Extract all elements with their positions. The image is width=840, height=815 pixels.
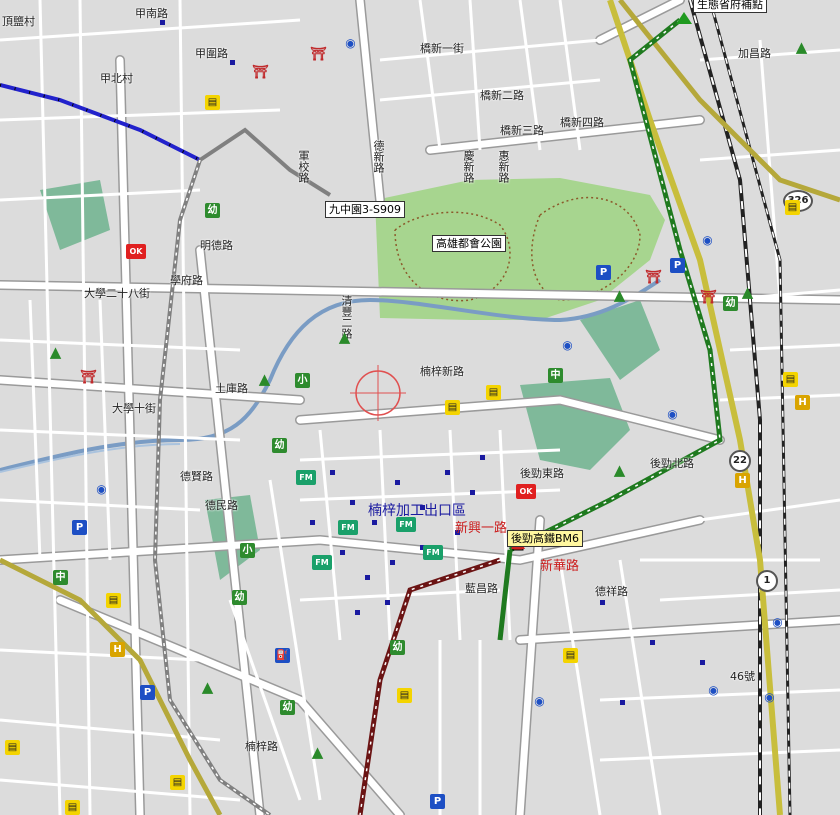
- road-label: 大學十街: [112, 402, 156, 415]
- road-label: 46號: [730, 670, 755, 683]
- route-shield: 1: [756, 570, 778, 592]
- kindergarten-icon[interactable]: 幼: [232, 590, 247, 605]
- convenience-store-icon[interactable]: OK: [126, 244, 146, 259]
- tree-icon: ▲: [311, 743, 324, 761]
- radio-fm-icon[interactable]: FM: [338, 520, 358, 535]
- tree-icon: ▲: [795, 38, 808, 56]
- road-label: 惠新路: [497, 150, 510, 183]
- camera-icon: ◉: [96, 482, 107, 496]
- road-label: 橋新四路: [560, 116, 604, 129]
- temple-icon: ⛩: [645, 270, 662, 285]
- kindergarten-icon[interactable]: 幼: [723, 296, 738, 311]
- road-label: 頂鹽村: [2, 15, 35, 28]
- bus-stop-icon: ▤: [486, 385, 501, 400]
- road-label: 甲南路: [135, 7, 168, 20]
- bus-station-callout[interactable]: 後勁高鐵BM6: [507, 530, 584, 547]
- camera-icon: ◉: [764, 690, 775, 704]
- temple-icon: ⛩: [252, 65, 269, 80]
- road-label: 藍昌路: [465, 582, 498, 595]
- tree-icon: ▲: [613, 461, 626, 479]
- school-icon[interactable]: 小: [295, 373, 310, 388]
- road-label: 甲北村: [100, 72, 133, 85]
- camera-icon: ◉: [562, 338, 573, 352]
- bus-stop-icon: ▤: [205, 95, 220, 110]
- bus-stop-icon: ▤: [5, 740, 20, 755]
- road-label: 慶新路: [462, 150, 475, 183]
- top-right-callout[interactable]: 生態省府補點: [693, 0, 767, 13]
- kindergarten-icon[interactable]: 幼: [280, 700, 295, 715]
- hospital-icon[interactable]: H: [110, 642, 125, 657]
- hospital-icon[interactable]: H: [795, 395, 810, 410]
- kindergarten-icon[interactable]: 幼: [390, 640, 405, 655]
- bus-stop-icon: ▤: [785, 200, 800, 215]
- map-canvas[interactable]: 頂鹽村 甲北村 甲南路 甲圍路 軍校路 明德路 學府路 大學二十八街 大學十街 …: [0, 0, 840, 815]
- export-zone-label: 楠梓加工出口區: [368, 503, 466, 519]
- tree-icon: ▲: [49, 343, 62, 361]
- road-label: 德祥路: [595, 585, 628, 598]
- tree-icon: ▲: [613, 286, 626, 304]
- road-label: 明德路: [200, 239, 233, 252]
- school-icon[interactable]: 中: [53, 570, 68, 585]
- school-icon[interactable]: 中: [548, 368, 563, 383]
- parking-icon[interactable]: P: [430, 794, 445, 809]
- radio-fm-icon[interactable]: FM: [396, 517, 416, 532]
- convenience-store-icon[interactable]: OK: [516, 484, 536, 499]
- parking-icon[interactable]: P: [596, 265, 611, 280]
- camera-icon: ◉: [667, 407, 678, 421]
- road-label: 後勁北路: [650, 457, 694, 470]
- tree-icon: ▲: [741, 283, 754, 301]
- camera-icon: ◉: [708, 683, 719, 697]
- parking-icon[interactable]: P: [140, 685, 155, 700]
- bus-stop-icon: ▤: [106, 593, 121, 608]
- temple-icon: ⛩: [80, 370, 97, 385]
- school-icon[interactable]: 小: [240, 543, 255, 558]
- road-label: 橋新二路: [480, 89, 524, 102]
- parking-icon[interactable]: P: [670, 258, 685, 273]
- road-label: 加昌路: [738, 47, 771, 60]
- road-label: 甲圍路: [195, 47, 228, 60]
- station-callout[interactable]: 九中園3-S909: [325, 201, 405, 218]
- tree-icon: ▲: [338, 328, 351, 346]
- bus-stop-icon: ▤: [783, 372, 798, 387]
- parking-icon[interactable]: P: [72, 520, 87, 535]
- bus-stop-icon: ▤: [65, 800, 80, 815]
- park-callout[interactable]: 高雄都會公園: [432, 235, 506, 252]
- bus-stop-icon: ▤: [170, 775, 185, 790]
- hospital-icon[interactable]: H: [735, 473, 750, 488]
- temple-icon: ⛩: [700, 290, 717, 305]
- bus-stop-icon: ▤: [563, 648, 578, 663]
- road-label: 橋新三路: [500, 124, 544, 137]
- camera-icon: ◉: [772, 615, 783, 629]
- road-label: 楠梓新路: [420, 365, 464, 378]
- road-label: 德賢路: [180, 470, 213, 483]
- road-label: 大學二十八街: [84, 287, 150, 300]
- bus-stop-icon: ▤: [397, 688, 412, 703]
- radio-fm-icon[interactable]: FM: [296, 470, 316, 485]
- temple-icon: ⛩: [310, 47, 327, 62]
- camera-icon: ◉: [534, 694, 545, 708]
- camera-icon: ◉: [345, 36, 356, 50]
- road-label: 橋新一街: [420, 42, 464, 55]
- kindergarten-icon[interactable]: 幼: [205, 203, 220, 218]
- zone-road-label: 新興一路: [455, 521, 508, 536]
- road-label: 軍校路: [297, 150, 310, 183]
- road-label: 德新路: [372, 140, 385, 173]
- zone-road-label: 新華路: [540, 559, 580, 574]
- bus-stop-icon: ▤: [445, 400, 460, 415]
- road-label: 土庫路: [215, 382, 248, 395]
- tree-icon: ▲: [201, 678, 214, 696]
- road-label: 後勁東路: [520, 467, 564, 480]
- radio-fm-icon[interactable]: FM: [423, 545, 443, 560]
- camera-icon: ◉: [702, 233, 713, 247]
- kindergarten-icon[interactable]: 幼: [272, 438, 287, 453]
- road-label: 德民路: [205, 499, 238, 512]
- tree-icon: ▲: [258, 370, 271, 388]
- route-shield: 22: [729, 450, 751, 472]
- gas-station-icon: ⛽: [275, 648, 290, 663]
- road-label: 楠梓路: [245, 740, 278, 753]
- road-label: 學府路: [170, 274, 203, 287]
- radio-fm-icon[interactable]: FM: [312, 555, 332, 570]
